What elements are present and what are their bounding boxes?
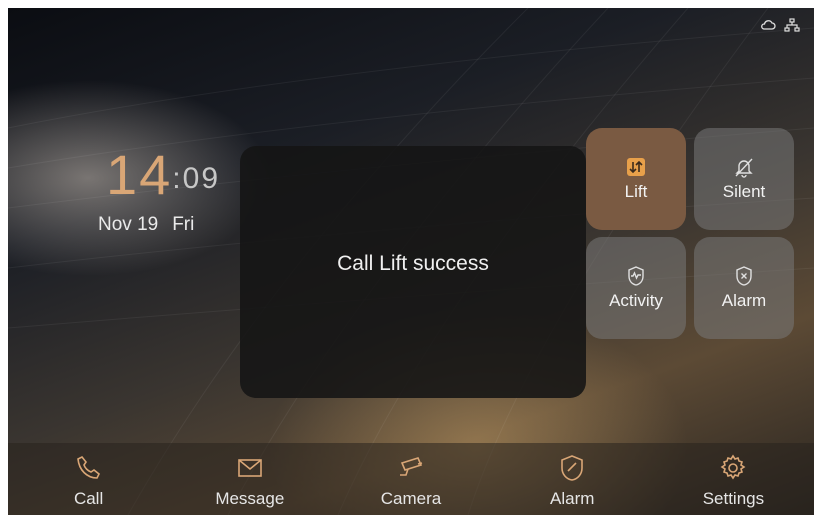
shield-icon (561, 455, 584, 481)
date-weekday: Fri (172, 214, 195, 235)
phone-icon (76, 455, 100, 479)
bell-off-icon (735, 158, 753, 178)
dock-message-label: Message (215, 489, 285, 508)
lift-icon (627, 158, 645, 176)
status-bar (760, 18, 800, 32)
clock: 14:09 (106, 142, 220, 207)
tile-alarm[interactable]: Alarm (694, 237, 794, 339)
tile-alarm-label: Alarm (721, 291, 767, 310)
bottom-dock: Call Message Camera Alarm Settings (8, 443, 814, 515)
date: Nov 19 Fri (98, 214, 194, 236)
cloud-icon (761, 20, 776, 30)
tile-lift[interactable]: Lift (586, 128, 686, 230)
dock-call[interactable]: Call (8, 443, 169, 515)
toast-message: Call Lift success (337, 252, 489, 275)
dock-call-label: Call (73, 489, 104, 508)
home-screen: 14:09 Nov 19 Fri Call Lift success Lift S… (8, 8, 814, 515)
tile-silent[interactable]: Silent (694, 128, 794, 230)
gear-icon (720, 454, 746, 480)
tile-lift-label: Lift (624, 182, 648, 201)
dock-message[interactable]: Message (169, 443, 330, 515)
tile-activity-label: Activity (609, 291, 663, 310)
tile-silent-label: Silent (722, 182, 766, 201)
network-icon (784, 18, 800, 32)
clock-hours: 14 (106, 143, 173, 206)
dock-alarm[interactable]: Alarm (492, 443, 653, 515)
dock-settings[interactable]: Settings (653, 443, 814, 515)
date-day: Nov 19 (98, 214, 159, 235)
tile-activity[interactable]: Activity (586, 237, 686, 339)
dock-camera[interactable]: Camera (330, 443, 491, 515)
alarm-shield-icon (736, 266, 752, 286)
dock-alarm-label: Alarm (550, 489, 595, 508)
dock-camera-label: Camera (380, 489, 442, 508)
activity-shield-icon (628, 266, 644, 286)
toast-dialog: Call Lift success (240, 146, 586, 398)
clock-colon: : (172, 162, 183, 195)
camera-icon (400, 457, 423, 476)
envelope-icon (237, 459, 262, 477)
dock-settings-label: Settings (702, 489, 765, 508)
clock-minutes: 09 (182, 162, 221, 195)
